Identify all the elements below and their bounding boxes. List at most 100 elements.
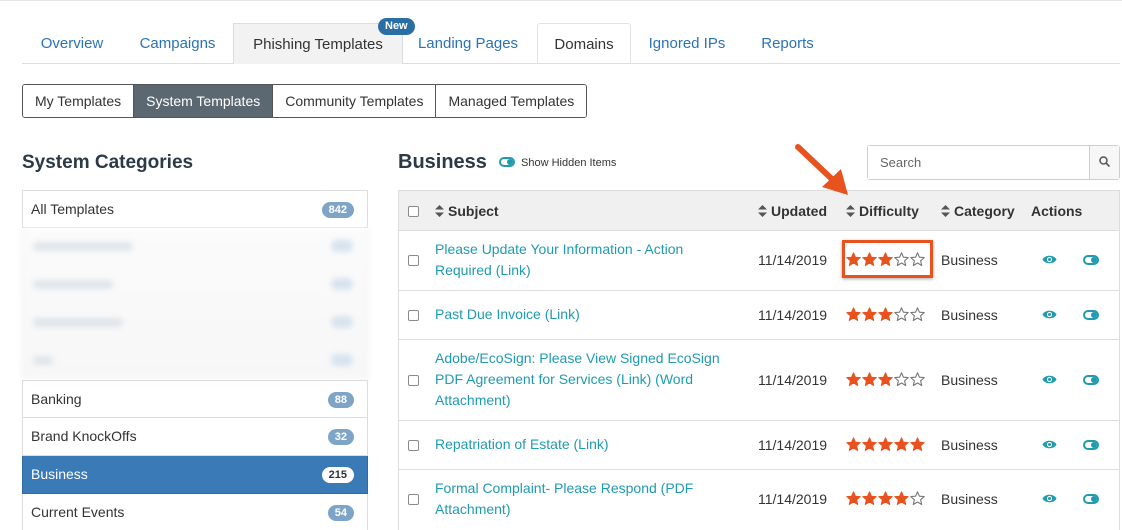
eye-icon[interactable]	[1042, 309, 1057, 320]
category-label: Brand KnockOffs	[31, 428, 137, 444]
sort-icon	[435, 205, 444, 217]
toggle-icon[interactable]	[1083, 494, 1099, 504]
category-label: Business	[941, 437, 998, 453]
category-item-current-events[interactable]: Current Events 54	[22, 494, 368, 530]
star-filled-icon	[862, 437, 877, 451]
category-item-banking[interactable]: Banking 88	[22, 380, 368, 418]
difficulty-rating	[846, 437, 926, 452]
table-row: Repatriation of Estate (Link) 11/14/2019…	[399, 421, 1119, 470]
category-count-badge: 32	[327, 429, 354, 445]
category-label: Business	[941, 252, 998, 268]
search-button[interactable]	[1090, 146, 1119, 179]
table-row: Please Update Your Information - Action …	[399, 231, 1119, 291]
category-item-business[interactable]: Business 215	[22, 456, 368, 494]
table-row: Adobe/EcoSign: Please View Signed EcoSig…	[399, 340, 1119, 421]
arrow-icon	[795, 144, 848, 195]
search-input[interactable]	[868, 146, 1090, 179]
star-filled-icon	[878, 437, 893, 451]
eye-icon[interactable]	[1042, 439, 1057, 450]
section-title: Business	[398, 151, 487, 173]
star-filled-icon	[846, 307, 861, 321]
search-icon	[1099, 156, 1110, 167]
category-label: All Templates	[31, 201, 115, 217]
tab-reports[interactable]: Reports	[739, 23, 836, 64]
template-subject-link[interactable]: Adobe/EcoSign: Please View Signed EcoSig…	[435, 348, 725, 411]
difficulty-rating	[846, 491, 926, 506]
subtab-system-templates[interactable]: System Templates	[134, 85, 274, 117]
category-label: Current Events	[31, 504, 125, 520]
template-subject-link[interactable]: Formal Complaint- Please Respond (PDF At…	[435, 478, 725, 520]
template-subject-link[interactable]: Please Update Your Information - Action …	[435, 239, 725, 281]
star-filled-icon	[878, 307, 893, 321]
table-row: Past Due Invoice (Link) 11/14/2019 Busin…	[399, 291, 1119, 340]
star-filled-icon	[878, 372, 893, 386]
category-label: Banking	[31, 391, 82, 407]
star-filled-icon	[846, 372, 861, 386]
column-actions: Actions	[1031, 203, 1083, 219]
star-filled-icon	[894, 491, 909, 505]
star-filled-icon	[862, 491, 877, 505]
star-empty-icon	[910, 372, 925, 387]
subtab-my-templates[interactable]: My Templates	[23, 85, 135, 117]
top-border	[0, 0, 1122, 4]
star-empty-icon	[894, 307, 909, 322]
blurred-categories	[22, 228, 368, 380]
tab-overview[interactable]: Overview	[22, 23, 122, 64]
category-label: Business	[941, 372, 998, 388]
main-tabs: Overview Campaigns Phishing Templates La…	[22, 23, 1120, 64]
column-difficulty[interactable]: Difficulty	[846, 191, 919, 231]
star-filled-icon	[878, 491, 893, 505]
star-filled-icon	[846, 491, 861, 505]
row-checkbox[interactable]	[408, 375, 419, 386]
search-box	[867, 145, 1120, 180]
row-checkbox[interactable]	[408, 494, 419, 505]
category-list: All Templates 842 Banking 88 Brand Knock…	[22, 190, 368, 530]
category-count-badge: 842	[321, 202, 354, 218]
column-category[interactable]: Category	[941, 191, 1015, 231]
updated-date: 11/14/2019	[758, 252, 828, 268]
star-filled-icon	[910, 437, 925, 451]
tab-domains[interactable]: Domains	[537, 23, 631, 64]
category-item-brand-knockoffs[interactable]: Brand KnockOffs 32	[22, 418, 368, 456]
tab-campaigns[interactable]: Campaigns	[122, 23, 233, 64]
toggle-icon[interactable]	[1083, 310, 1099, 320]
template-source-tabs: My Templates System Templates Community …	[22, 84, 588, 118]
category-item-all-templates[interactable]: All Templates 842	[22, 190, 368, 228]
toggle-icon[interactable]	[1083, 440, 1099, 450]
toggle-icon[interactable]	[1083, 255, 1099, 265]
template-subject-link[interactable]: Repatriation of Estate (Link)	[435, 434, 725, 455]
row-checkbox[interactable]	[408, 255, 419, 266]
toggle-icon[interactable]	[499, 157, 515, 167]
show-hidden-items-toggle[interactable]: Show Hidden Items	[521, 157, 616, 169]
subtab-community-templates[interactable]: Community Templates	[273, 85, 437, 117]
sort-icon	[846, 205, 855, 217]
sort-icon	[941, 205, 950, 217]
difficulty-highlight-box	[842, 240, 933, 278]
sidebar-title: System Categories	[22, 152, 194, 173]
select-all-checkbox[interactable]	[408, 206, 419, 217]
sort-icon	[758, 205, 767, 217]
eye-icon[interactable]	[1042, 254, 1057, 265]
category-count-badge: 54	[327, 505, 354, 521]
table-row: Formal Complaint- Please Respond (PDF At…	[399, 470, 1119, 530]
row-checkbox[interactable]	[408, 310, 419, 321]
eye-icon[interactable]	[1042, 374, 1057, 385]
row-checkbox[interactable]	[408, 440, 419, 451]
templates-table: Subject Updated Difficulty Category Acti…	[398, 190, 1120, 530]
tab-landing-pages[interactable]: Landing Pages	[403, 23, 533, 64]
category-count-badge: 88	[327, 392, 354, 408]
category-label: Business	[31, 466, 88, 482]
new-badge: New	[378, 18, 415, 35]
template-subject-link[interactable]: Past Due Invoice (Link)	[435, 304, 725, 325]
star-filled-icon	[846, 437, 861, 451]
updated-date: 11/14/2019	[758, 491, 828, 507]
column-subject[interactable]: Subject	[435, 191, 499, 231]
star-filled-icon	[894, 437, 909, 451]
category-label: Business	[941, 491, 998, 507]
updated-date: 11/14/2019	[758, 372, 828, 388]
toggle-icon[interactable]	[1083, 375, 1099, 385]
category-label: Business	[941, 307, 998, 323]
subtab-managed-templates[interactable]: Managed Templates	[436, 85, 587, 117]
eye-icon[interactable]	[1042, 493, 1057, 504]
tab-ignored-ips[interactable]: Ignored IPs	[635, 23, 739, 64]
